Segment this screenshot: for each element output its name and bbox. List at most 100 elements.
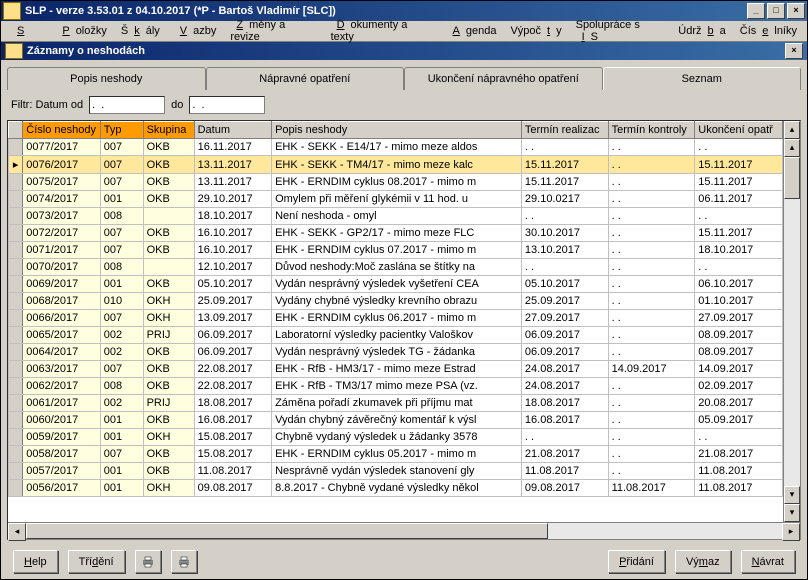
menu-udrzba[interactable]: Údržba (672, 23, 731, 39)
cell-termin-realizace: 27.09.2017 (521, 310, 608, 327)
tabs: Popis neshody Nápravné opatření Ukončení… (7, 62, 801, 90)
grid: Číslo neshody Typ Skupina Datum Popis ne… (7, 120, 801, 540)
window-title: SLP - verze 3.53.01 z 04.10.2017 (*P - B… (25, 5, 747, 17)
col-cislo[interactable]: Číslo neshody (23, 122, 101, 139)
table-row[interactable]: 0063/2017007OKB22.08.2017EHK - RfB - HM3… (9, 361, 783, 378)
scroll-left-button[interactable]: ◂ (8, 523, 26, 541)
scroll-track[interactable] (784, 157, 800, 486)
table-row[interactable]: 0062/2017008OKB22.08.2017EHK - RfB - TM3… (9, 378, 783, 395)
table-row[interactable]: 0064/2017002OKB06.09.2017Vydán nesprávný… (9, 344, 783, 361)
menu-vypocty[interactable]: Výpočty (504, 23, 567, 39)
menu-system[interactable]: S (5, 23, 48, 39)
scroll-down2-button[interactable]: ▾ (784, 486, 800, 504)
maximize-button[interactable]: □ (767, 3, 785, 19)
cell-datum: 15.08.2017 (194, 429, 272, 446)
minimize-button[interactable]: _ (747, 3, 765, 19)
vertical-scrollbar[interactable]: ▴ ▴ ▾ ▾ (783, 121, 800, 522)
menu-dokumenty[interactable]: Dokumenty a texty (325, 17, 439, 45)
scroll-up2-button[interactable]: ▴ (784, 139, 800, 157)
row-marker (9, 344, 23, 361)
table-row[interactable]: 0071/2017007OKB16.10.2017EHK - ERNDIM cy… (9, 242, 783, 259)
cell-typ: 008 (100, 378, 143, 395)
cell-skupina: OKB (143, 191, 194, 208)
menu-polozky[interactable]: Položky (50, 23, 113, 39)
print-button-2[interactable] (171, 550, 197, 573)
table-row[interactable]: 0065/2017002PRIJ06.09.2017Laboratorní vý… (9, 327, 783, 344)
cell-skupina (143, 208, 194, 225)
close-button[interactable]: × (787, 3, 805, 19)
cell-cislo: 0065/2017 (23, 327, 101, 344)
navrat-button[interactable]: Návrat (741, 550, 795, 573)
col-skupina[interactable]: Skupina (143, 122, 194, 139)
cell-cislo: 0066/2017 (23, 310, 101, 327)
table-row[interactable]: 0057/2017001OKB11.08.2017Nesprávně vydán… (9, 463, 783, 480)
cell-cislo: 0077/2017 (23, 139, 101, 156)
table-row[interactable]: 0058/2017007OKB15.08.2017EHK - ERNDIM cy… (9, 446, 783, 463)
cell-ukonceni: 05.09.2017 (695, 412, 783, 429)
cell-datum: 06.09.2017 (194, 344, 272, 361)
table-row[interactable]: ▸0076/2017007OKB13.11.2017EHK - SEKK - T… (9, 156, 783, 174)
menu-agenda[interactable]: Agenda (441, 23, 503, 39)
menu-ciselniky[interactable]: Číselníky (734, 23, 803, 39)
panel-close-button[interactable]: × (785, 43, 803, 59)
table-row[interactable]: 0074/2017001OKB29.10.2017Omylem při měře… (9, 191, 783, 208)
cell-skupina: OKH (143, 310, 194, 327)
table-row[interactable]: 0070/201700812.10.2017Důvod neshody:Moč … (9, 259, 783, 276)
cell-datum: 29.10.2017 (194, 191, 272, 208)
col-popis[interactable]: Popis neshody (272, 122, 522, 139)
filter-date-from[interactable] (89, 96, 165, 114)
tab-napravne[interactable]: Nápravné opatření (206, 67, 405, 90)
table-row[interactable]: 0072/2017007OKB16.10.2017EHK - SEKK - GP… (9, 225, 783, 242)
print-button-1[interactable] (135, 550, 161, 573)
cell-termin-kontroly: . . (608, 463, 695, 480)
cell-datum: 22.08.2017 (194, 378, 272, 395)
scroll-up-button[interactable]: ▴ (784, 121, 800, 139)
horizontal-scrollbar[interactable]: ◂ ▸ (8, 522, 800, 539)
tab-popis[interactable]: Popis neshody (7, 67, 206, 90)
table-row[interactable]: 0077/2017007OKB16.11.2017EHK - SEKK - E1… (9, 139, 783, 156)
table-row[interactable]: 0056/2017001OKH09.08.20178.8.2017 - Chyb… (9, 480, 783, 497)
scroll-thumb[interactable] (784, 157, 800, 199)
row-marker (9, 361, 23, 378)
col-typ[interactable]: Typ (100, 122, 143, 139)
tab-ukonceni[interactable]: Ukončení nápravného opatření (404, 67, 603, 90)
cell-datum: 22.08.2017 (194, 361, 272, 378)
col-termin-kontroly[interactable]: Termín kontroly (608, 122, 695, 139)
trideni-button[interactable]: Třídění (68, 550, 125, 573)
table-row[interactable]: 0059/2017001OKH15.08.2017Chybně vydaný v… (9, 429, 783, 446)
vymaz-button[interactable]: Výmaz (675, 550, 731, 573)
table-row[interactable]: 0068/2017010OKH25.09.2017Vydány chybné v… (9, 293, 783, 310)
cell-termin-realizace: . . (521, 139, 608, 156)
scroll-down-button[interactable]: ▾ (784, 504, 800, 522)
table-row[interactable]: 0066/2017007OKH13.09.2017EHK - ERNDIM cy… (9, 310, 783, 327)
menu-vazby[interactable]: Vazby (168, 23, 223, 39)
cell-popis: EHK - RfB - HM3/17 - mimo meze Estrad (272, 361, 522, 378)
col-termin-realizace[interactable]: Termín realizac (521, 122, 608, 139)
table-row[interactable]: 0061/2017002PRIJ18.08.2017Záměna pořadí … (9, 395, 783, 412)
menu-zmeny[interactable]: Změny a revize (224, 17, 322, 45)
pridani-button[interactable]: Přidání (608, 550, 665, 573)
menu-skaly[interactable]: Škály (115, 23, 166, 39)
filter-date-to[interactable] (189, 96, 265, 114)
cell-typ: 001 (100, 480, 143, 497)
table-row[interactable]: 0073/201700818.10.2017Není neshoda - omy… (9, 208, 783, 225)
row-marker (9, 429, 23, 446)
scroll-right-button[interactable]: ▸ (782, 523, 800, 541)
cell-popis: Vydány chybné výsledky krevního obrazu (272, 293, 522, 310)
hscroll-thumb[interactable] (26, 523, 548, 539)
table-row[interactable]: 0069/2017001OKB05.10.2017Vydán nesprávný… (9, 276, 783, 293)
table-row[interactable]: 0060/2017001OKB16.08.2017Vydán chybný zá… (9, 412, 783, 429)
cell-datum: 16.08.2017 (194, 412, 272, 429)
cell-typ: 007 (100, 225, 143, 242)
col-datum[interactable]: Datum (194, 122, 272, 139)
col-ukonceni[interactable]: Ukončení opatř (695, 122, 783, 139)
tab-seznam[interactable]: Seznam (603, 67, 802, 90)
cell-ukonceni: . . (695, 208, 783, 225)
cell-skupina: OKB (143, 344, 194, 361)
cell-popis: Důvod neshody:Moč zaslána se štítky na (272, 259, 522, 276)
hscroll-track[interactable] (26, 523, 782, 539)
table-row[interactable]: 0075/2017007OKB13.11.2017EHK - ERNDIM cy… (9, 174, 783, 191)
cell-skupina: OKB (143, 276, 194, 293)
help-button[interactable]: Help (13, 550, 58, 573)
menu-spoluprace[interactable]: Spolupráce s IS (570, 17, 671, 45)
